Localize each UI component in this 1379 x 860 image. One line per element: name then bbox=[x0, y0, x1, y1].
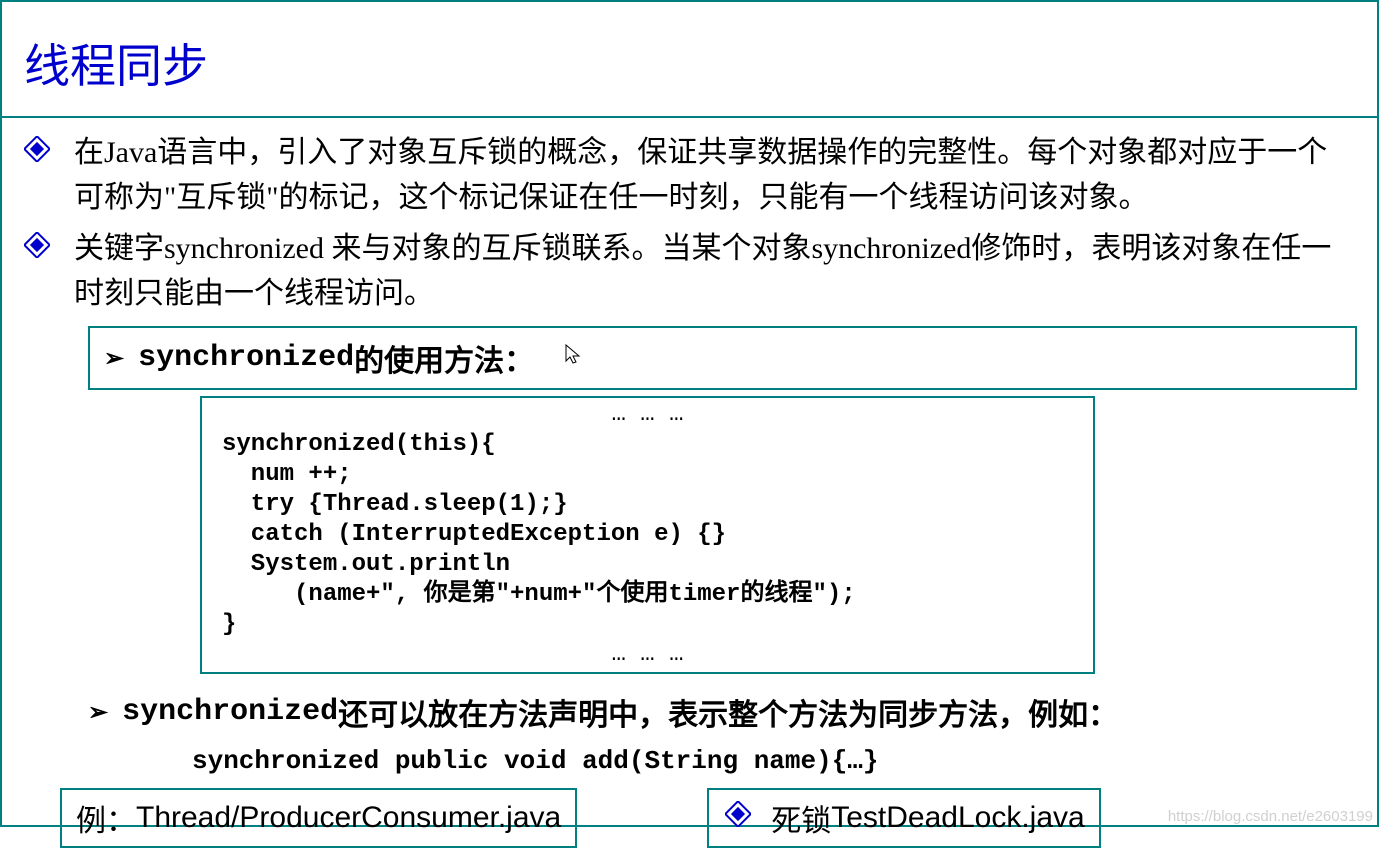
heading-suffix: 的使用方法： bbox=[354, 336, 534, 380]
example-box-left: 例： Thread/ProducerConsumer.java bbox=[60, 788, 577, 848]
page-title: 线程同步 bbox=[24, 30, 1355, 96]
example-box-right: 死锁 TestDeadLock.java bbox=[707, 788, 1100, 848]
code-line: synchronized(this){ bbox=[222, 430, 1073, 460]
mouse-cursor-icon bbox=[564, 341, 582, 375]
arrowhead-icon: ➢ bbox=[88, 698, 108, 727]
diamond-icon bbox=[24, 232, 50, 263]
method-heading: ➢ synchronized 还可以放在方法声明中，表示整个方法为同步方法，例如… bbox=[88, 690, 1357, 734]
diamond-icon bbox=[725, 801, 751, 835]
code-line: System.out.println bbox=[222, 550, 1073, 580]
arrowhead-icon: ➢ bbox=[104, 344, 124, 373]
content-area: 在Java语言中，引入了对象互斥锁的概念，保证共享数据操作的完整性。每个对象都对… bbox=[2, 118, 1377, 860]
heading-suffix: 还可以放在方法声明中，表示整个方法为同步方法，例如： bbox=[338, 690, 1118, 734]
keyword-text: synchronized bbox=[122, 695, 338, 729]
method-signature: synchronized public void add(String name… bbox=[192, 746, 1357, 776]
code-line: try {Thread.sleep(1);} bbox=[222, 490, 1073, 520]
bullet-row: 关键字synchronized 来与对象的互斥锁联系。当某个对象synchron… bbox=[22, 226, 1357, 316]
code-line: catch (InterruptedException e) {} bbox=[222, 520, 1073, 550]
keyword-text: synchronized bbox=[138, 341, 354, 375]
code-ellipsis: … … … bbox=[222, 640, 1073, 670]
deadlock-prefix: 死锁 bbox=[771, 796, 831, 840]
code-line: } bbox=[222, 610, 1073, 640]
example-path: Thread/ProducerConsumer.java bbox=[136, 801, 561, 835]
example-prefix: 例： bbox=[76, 796, 136, 840]
code-line: (name+", 你是第"+num+"个使用timer的线程"); bbox=[222, 580, 1073, 610]
title-bar: 线程同步 bbox=[2, 2, 1377, 118]
deadlock-path: TestDeadLock.java bbox=[831, 801, 1084, 835]
diamond-icon bbox=[24, 136, 50, 167]
bottom-row: 例： Thread/ProducerConsumer.java 死锁 TestD… bbox=[22, 788, 1357, 848]
bullet-row: 在Java语言中，引入了对象互斥锁的概念，保证共享数据操作的完整性。每个对象都对… bbox=[22, 130, 1357, 220]
bullet-text: 在Java语言中，引入了对象互斥锁的概念，保证共享数据操作的完整性。每个对象都对… bbox=[74, 130, 1357, 220]
code-ellipsis: … … … bbox=[222, 400, 1073, 430]
code-line: num ++; bbox=[222, 460, 1073, 490]
bullet-text: 关键字synchronized 来与对象的互斥锁联系。当某个对象synchron… bbox=[74, 226, 1357, 316]
watermark: https://blog.csdn.net/e2603199 bbox=[1168, 808, 1373, 825]
slide-frame: 线程同步 在Java语言中，引入了对象互斥锁的概念，保证共享数据操作的完整性。每… bbox=[0, 0, 1379, 827]
code-block: … … … synchronized(this){ num ++; try {T… bbox=[200, 396, 1095, 674]
usage-heading-box: ➢ synchronized 的使用方法： bbox=[88, 326, 1357, 390]
